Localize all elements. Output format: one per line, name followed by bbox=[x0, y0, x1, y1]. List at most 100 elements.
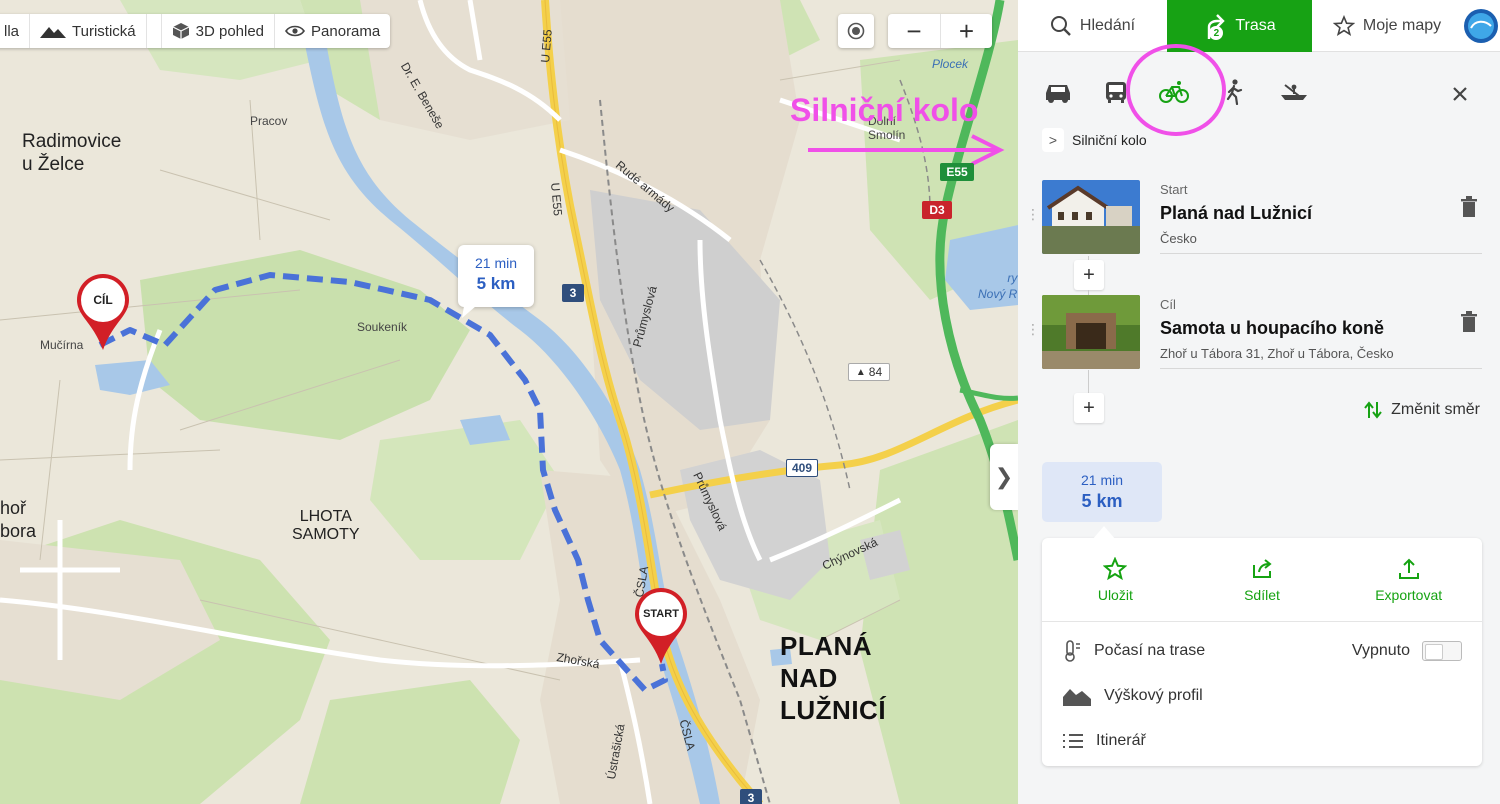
place-label-radimovice: Radimovice u Želce bbox=[22, 131, 122, 175]
waypoint-end-delete[interactable] bbox=[1460, 311, 1478, 338]
weather-toggle[interactable] bbox=[1422, 640, 1462, 661]
road-badge-3-bottom: 3 bbox=[740, 789, 762, 804]
zoom-control: − + bbox=[888, 14, 992, 48]
swap-icon bbox=[1364, 401, 1382, 419]
bubble-tail bbox=[462, 306, 476, 318]
pin-end[interactable]: CÍL bbox=[75, 272, 131, 352]
share-label: Sdílet bbox=[1244, 586, 1280, 603]
route-variant-time: 21 min bbox=[1080, 472, 1124, 488]
tab-mymaps-label: Moje mapy bbox=[1362, 17, 1442, 34]
pin-start[interactable]: START bbox=[633, 586, 689, 666]
itinerary-row[interactable]: Itinerář bbox=[1042, 718, 1482, 763]
weather-state: Vypnuto bbox=[1351, 641, 1410, 659]
panel-collapse-button[interactable]: ❯ bbox=[990, 444, 1018, 510]
waypoint-start-sub: Česko bbox=[1160, 231, 1197, 246]
save-label: Uložit bbox=[1097, 586, 1133, 603]
locate-button[interactable] bbox=[838, 14, 874, 48]
route-summary-bubble[interactable]: 21 min 5 km bbox=[458, 245, 534, 318]
road-badge-3-top: 3 bbox=[562, 284, 584, 302]
mode-boat[interactable] bbox=[1276, 74, 1312, 110]
place-label-soukenik: Soukeník bbox=[357, 320, 408, 334]
share-icon bbox=[1253, 558, 1272, 578]
place-label-novy: ry Nový R bbox=[978, 271, 1018, 301]
mode-car[interactable] bbox=[1040, 74, 1076, 110]
swap-direction-button[interactable]: Změnit směr bbox=[1363, 400, 1480, 420]
swap-direction-label: Změnit směr bbox=[1391, 401, 1480, 418]
breadcrumb-label: Silniční kolo bbox=[1072, 132, 1147, 148]
road-badge-409: 409 bbox=[786, 459, 818, 477]
add-waypoint-button-1[interactable]: + bbox=[1074, 260, 1104, 290]
peak-label: 84 bbox=[868, 365, 883, 379]
annotation-circle bbox=[1126, 44, 1226, 136]
waypoint-start-divider bbox=[1160, 253, 1482, 254]
layer-cut-label: lla bbox=[4, 22, 20, 40]
waypoint-end-sub: Zhoř u Tábora 31, Zhoř u Tábora, Česko bbox=[1160, 346, 1394, 361]
layer-panorama-label: Panorama bbox=[311, 22, 381, 40]
tab-search-label: Hledání bbox=[1079, 17, 1136, 34]
star-icon bbox=[1332, 15, 1355, 36]
waypoint-start-delete[interactable] bbox=[1460, 196, 1478, 223]
tab-route-label: Trasa bbox=[1235, 17, 1276, 34]
breadcrumb: > Silniční kolo bbox=[1042, 128, 1147, 152]
zoom-out-button[interactable]: − bbox=[888, 14, 940, 48]
upload-icon bbox=[1398, 558, 1419, 579]
mountain-icon bbox=[40, 27, 67, 38]
trash-icon bbox=[1461, 311, 1477, 332]
chevron-right-icon: ❯ bbox=[994, 464, 1014, 489]
place-label-pracov: Pracov bbox=[250, 114, 288, 128]
road-badge-e55: E55 bbox=[940, 163, 974, 181]
place-label-zhor: hoř bora bbox=[0, 498, 37, 541]
map-canvas[interactable]: Radimovice u Želce Pracov Mučírna Souken… bbox=[0, 0, 1018, 804]
waypoint-start-kind: Start bbox=[1160, 182, 1188, 197]
avatar-icon bbox=[1464, 9, 1498, 43]
card-tail bbox=[1092, 526, 1116, 540]
itinerary-label: Itinerář bbox=[1096, 731, 1146, 749]
road-badge-d3: D3 bbox=[922, 201, 952, 219]
route-bubble-distance: 5 km bbox=[476, 274, 516, 293]
eye-icon bbox=[285, 25, 305, 37]
elevation-row[interactable]: Výškový profil bbox=[1042, 673, 1482, 718]
layer-turisticka[interactable]: Turistická bbox=[30, 14, 147, 48]
annotation-road-bike: Silniční kolo bbox=[790, 92, 979, 128]
weather-row[interactable]: Počasí na trase Vypnuto bbox=[1042, 628, 1482, 673]
waypoint-start[interactable]: ⋮⋮ Start Planá nad Lužnicí Česko bbox=[1026, 180, 1482, 258]
route-variant-chip[interactable]: 21 min 5 km bbox=[1042, 462, 1162, 522]
layer-3d-label: 3D pohled bbox=[195, 22, 265, 40]
elevation-label: Výškový profil bbox=[1104, 686, 1203, 704]
route-bubble-time: 21 min bbox=[474, 255, 518, 271]
waypoint-end[interactable]: ⋮⋮ Cíl Samota u houpacího koně Zhoř u Tá… bbox=[1026, 295, 1482, 373]
panel-tabs: Hledání 2 Trasa Moje mapy bbox=[1018, 0, 1500, 52]
place-label-plana: PLANÁ NAD LUŽNICÍ bbox=[780, 631, 887, 725]
route-icon: 2 bbox=[1203, 11, 1227, 41]
zoom-in-button[interactable]: + bbox=[940, 14, 992, 48]
add-waypoint-button-2[interactable]: + bbox=[1074, 393, 1104, 423]
waypoint-end-name: Samota u houpacího koně bbox=[1160, 318, 1385, 338]
thermometer-icon bbox=[1065, 639, 1080, 662]
export-label: Exportovat bbox=[1375, 586, 1443, 603]
route-actions: Uložit Sdílet Exportovat bbox=[1042, 538, 1482, 622]
breadcrumb-expand-button[interactable]: > bbox=[1042, 128, 1064, 152]
peak-icon: ▲ bbox=[855, 366, 866, 378]
canoe-icon bbox=[1281, 84, 1307, 100]
waypoint-end-divider bbox=[1160, 368, 1482, 369]
locate-icon bbox=[847, 22, 865, 40]
close-button[interactable] bbox=[1450, 84, 1470, 109]
user-avatar[interactable] bbox=[1462, 0, 1500, 52]
list-icon bbox=[1063, 733, 1083, 748]
street-ue55-a: U E55 bbox=[538, 28, 555, 64]
pin-end-label: CÍL bbox=[93, 293, 113, 307]
layer-panorama[interactable]: Panorama bbox=[275, 14, 390, 48]
export-button[interactable]: Exportovat bbox=[1335, 538, 1482, 621]
share-button[interactable]: Sdílet bbox=[1189, 538, 1336, 621]
layer-turisticka-label: Turistická bbox=[72, 22, 136, 40]
save-button[interactable]: Uložit bbox=[1042, 538, 1189, 621]
car-icon bbox=[1046, 85, 1070, 103]
layer-cut-item[interactable]: lla bbox=[0, 14, 31, 48]
layer-3d[interactable]: 3D pohled bbox=[160, 14, 276, 48]
pin-start-label: START bbox=[643, 608, 679, 620]
waypoint-start-name: Planá nad Lužnicí bbox=[1160, 203, 1313, 223]
search-icon bbox=[1050, 16, 1071, 36]
waypoint-end-kind: Cíl bbox=[1160, 297, 1176, 312]
tab-mymaps[interactable]: Moje mapy bbox=[1312, 0, 1462, 52]
map-layer-control: lla Turistická 3D pohled Panorama bbox=[0, 14, 391, 48]
